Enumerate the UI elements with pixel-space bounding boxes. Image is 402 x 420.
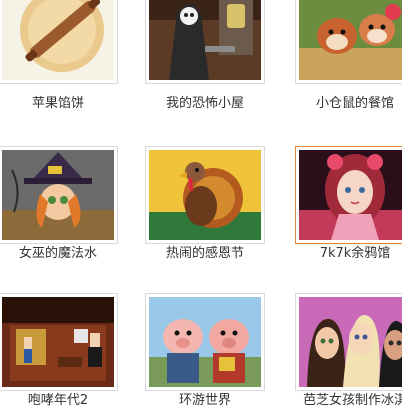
game-thumbnail[interactable] (0, 0, 118, 84)
rolling-pin-icon (2, 0, 114, 80)
game-title[interactable]: 咆哮年代2 (0, 393, 128, 409)
game-title[interactable]: 苹果馅饼 (0, 96, 128, 112)
game-title[interactable]: 热闹的感恩节 (135, 246, 275, 262)
doll-girl-icon (299, 150, 402, 240)
turkey-icon (149, 150, 261, 240)
game-title[interactable]: 女巫的魔法水 (0, 246, 128, 262)
bratz-girls-icon (299, 297, 402, 387)
game-thumbnail[interactable] (145, 146, 265, 244)
game-title[interactable]: 环游世界 (135, 393, 275, 409)
grim-reaper-icon (149, 0, 261, 80)
game-thumbnail[interactable] (145, 293, 265, 391)
game-thumbnail[interactable] (145, 0, 265, 84)
game-thumbnail-selected[interactable] (295, 146, 402, 244)
game-title[interactable]: 小仓鼠的餐馆 (285, 96, 402, 112)
game-thumbnail[interactable] (0, 146, 118, 244)
game-thumbnail[interactable] (0, 293, 118, 391)
pigs-icon (149, 297, 261, 387)
game-title[interactable]: 我的恐怖小屋 (135, 96, 275, 112)
witch-icon (2, 150, 114, 240)
game-thumbnail[interactable] (295, 0, 402, 84)
hamster-icon (299, 0, 402, 80)
game-title[interactable]: 7k7k余鸦馆 (285, 246, 402, 262)
game-title[interactable]: 芭芝女孩制作冰淇 (285, 393, 402, 409)
pixel-room-icon (2, 297, 114, 387)
game-thumbnail[interactable] (295, 293, 402, 391)
